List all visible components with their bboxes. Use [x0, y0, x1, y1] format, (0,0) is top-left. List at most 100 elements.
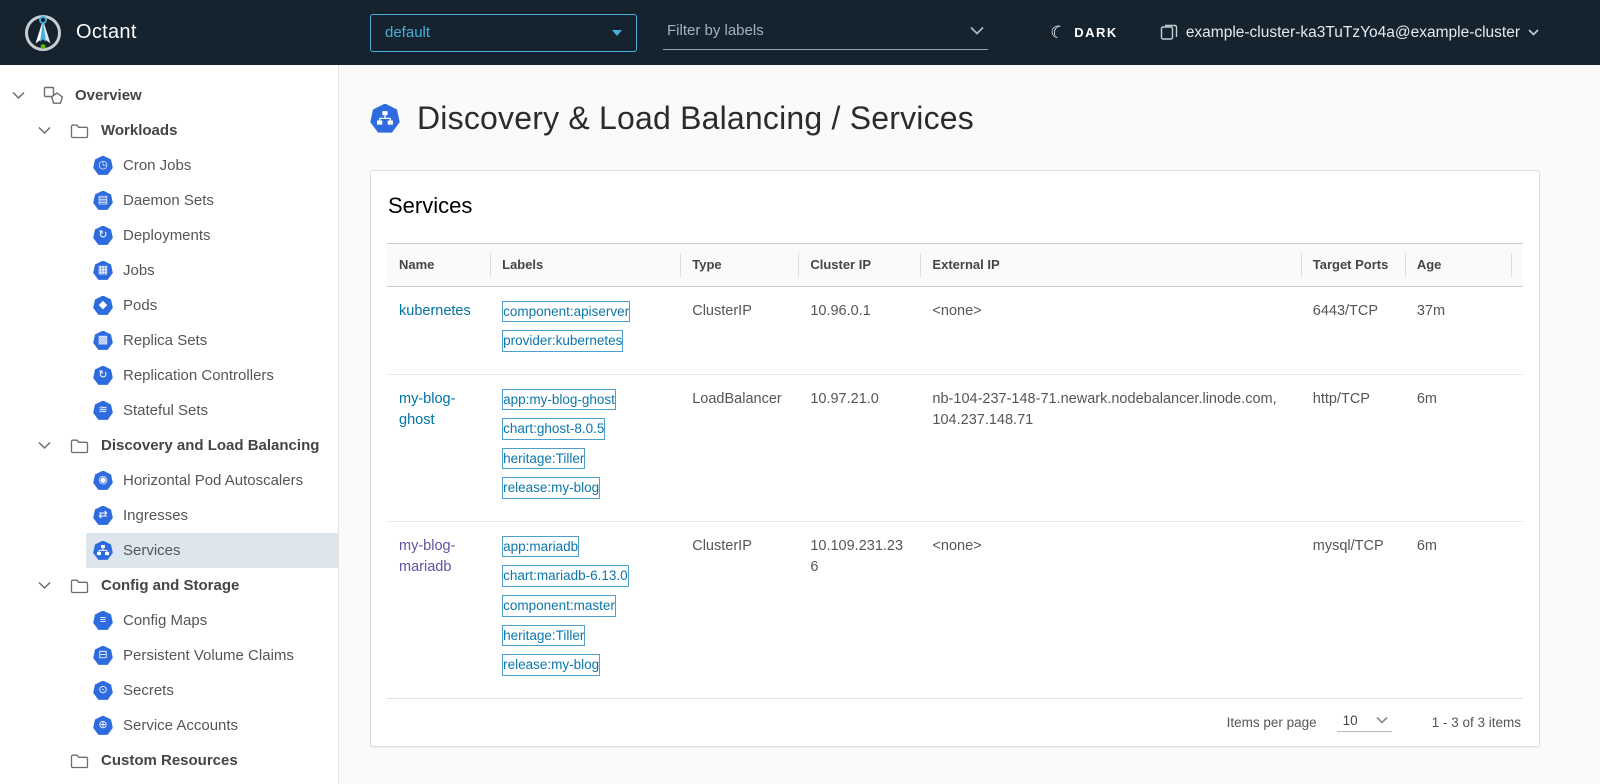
service-name-link[interactable]: kubernetes — [399, 303, 471, 319]
sidebar-item-config-and-storage[interactable]: Config and Storage — [0, 568, 338, 603]
label-badge[interactable]: heritage:Tiller — [502, 448, 585, 470]
sidebar-item-cron-jobs[interactable]: ◷ Cron Jobs — [86, 148, 338, 183]
chevron-down-icon[interactable] — [38, 581, 51, 590]
moon-icon: ☾ — [1048, 21, 1068, 44]
sidebar-item-label: Discovery and Load Balancing — [101, 437, 319, 454]
sidebar-item-replication-controllers[interactable]: ↻ Replication Controllers — [86, 358, 338, 393]
cluster-context-value: example-cluster-ka3TuTzYo4a@example-clus… — [1186, 24, 1520, 42]
sidebar-item-secrets[interactable]: ⊙ Secrets — [86, 673, 338, 708]
spacer-cell — [1511, 374, 1523, 521]
age-cell: 6m — [1405, 374, 1511, 521]
label-badge[interactable]: heritage:Tiller — [502, 625, 585, 647]
sidebar-item-deployments[interactable]: ↻ Deployments — [86, 218, 338, 253]
sidebar-item-label: Cron Jobs — [123, 157, 191, 174]
folder-icon — [68, 438, 90, 454]
card-title: Services — [387, 171, 1523, 243]
label-badge[interactable]: app:mariadb — [502, 536, 579, 558]
sidebar-item-persistent-volume-claims[interactable]: ⊟ Persistent Volume Claims — [86, 638, 338, 673]
label-badge[interactable]: component:master — [502, 595, 616, 617]
sidebar-item-label: Jobs — [123, 262, 155, 279]
service-type-cell: ClusterIP — [680, 286, 798, 374]
sidebar-item-custom-resources[interactable]: Custom Resources — [0, 743, 338, 778]
deployments-icon: ↻ — [93, 226, 113, 246]
namespace-select[interactable]: default — [370, 14, 637, 52]
page-title-row: Discovery & Load Balancing / Services — [370, 100, 1540, 137]
label-filter-placeholder: Filter by labels — [667, 22, 764, 39]
objects-icon — [43, 86, 64, 105]
sidebar-item-label: Replication Controllers — [123, 367, 274, 384]
sidebar-item-label: Services — [123, 542, 181, 559]
sidebar-item-horizontal-pod-autoscalers[interactable]: ◉ Horizontal Pod Autoscalers — [86, 463, 338, 498]
sidebar-item-overview[interactable]: Overview — [0, 78, 338, 113]
table-row-kubernetes: kubernetes component:apiserver provider:ku… — [387, 286, 1523, 374]
brand: Octant — [0, 13, 345, 53]
service-name-link[interactable]: my-blog-ghost — [399, 391, 455, 428]
daemon-sets-icon: ▤ — [93, 191, 113, 211]
chevron-down-icon[interactable] — [38, 441, 51, 450]
label-badge[interactable]: app:my-blog-ghost — [502, 389, 616, 411]
chevron-down-icon[interactable] — [12, 91, 25, 100]
horizontal-pod-autoscalers-icon: ◉ — [93, 471, 113, 491]
sidebar-item-label: Secrets — [123, 682, 174, 699]
spacer-cell — [1511, 521, 1523, 698]
sidebar-item-stateful-sets[interactable]: ≋ Stateful Sets — [86, 393, 338, 428]
label-badge[interactable]: chart:mariadb-6.13.0 — [502, 565, 629, 587]
namespace-select-value: default — [385, 24, 430, 41]
folder-icon — [68, 123, 90, 139]
sidebar-item-label: Ingresses — [123, 507, 188, 524]
app-title: Octant — [76, 21, 137, 44]
table-row-my-blog-mariadb: my-blog-mariadb app:mariadb chart:mariadb-… — [387, 521, 1523, 698]
sidebar-item-workloads[interactable]: Workloads — [0, 113, 338, 148]
ingresses-icon: ⇄ — [93, 506, 113, 526]
sidebar-item-ingresses[interactable]: ⇄ Ingresses — [86, 498, 338, 533]
octant-logo-icon — [23, 13, 63, 53]
target-ports-cell: mysql/TCP — [1301, 521, 1405, 698]
page-size-value: 10 — [1343, 713, 1358, 728]
service-type-cell: ClusterIP — [680, 521, 798, 698]
spacer-cell — [1511, 286, 1523, 374]
service-name-link[interactable]: my-blog-mariadb — [399, 538, 455, 575]
sidebar-item-discovery-and-load-balancing[interactable]: Discovery and Load Balancing — [0, 428, 338, 463]
sidebar-item-pods[interactable]: ◆ Pods — [86, 288, 338, 323]
folder-icon — [70, 578, 89, 594]
sidebar-item-config-maps[interactable]: ≡ Config Maps — [86, 603, 338, 638]
chevron-down-icon — [1376, 716, 1388, 724]
theme-toggle-button[interactable]: ☾ DARK — [1050, 23, 1118, 43]
service-type-cell: LoadBalancer — [680, 374, 798, 521]
folder-icon — [68, 753, 90, 769]
target-ports-cell: http/TCP — [1301, 374, 1405, 521]
label-badge[interactable]: release:my-blog — [502, 477, 600, 499]
secrets-icon: ⊙ — [93, 681, 113, 701]
chevron-down-icon[interactable] — [38, 126, 51, 135]
sidebar-item-daemon-sets[interactable]: ▤ Daemon Sets — [86, 183, 338, 218]
label-badge[interactable]: chart:ghost-8.0.5 — [502, 418, 605, 440]
sidebar-item-service-accounts[interactable]: ⊕ Service Accounts — [86, 708, 338, 743]
column-header-spacer — [1511, 244, 1523, 287]
sidebar-item-replica-sets[interactable]: ▩ Replica Sets — [86, 323, 338, 358]
label-badge[interactable]: release:my-blog — [502, 654, 600, 676]
label-badge[interactable]: component:apiserver — [502, 301, 630, 323]
sidebar-item-label: Config and Storage — [101, 577, 239, 594]
main-content: Discovery & Load Balancing / Services Se… — [339, 65, 1600, 784]
cluster-context-switcher[interactable]: example-cluster-ka3TuTzYo4a@example-clus… — [1160, 24, 1539, 42]
sidebar-item-label: Custom Resources — [101, 752, 238, 769]
sidebar-item-label: Replica Sets — [123, 332, 207, 349]
replication-controllers-icon: ↻ — [93, 366, 113, 386]
pagination-range: 1 - 3 of 3 items — [1432, 715, 1521, 730]
sidebar-item-label: Overview — [75, 87, 142, 104]
page-size-select[interactable]: 10 — [1337, 713, 1392, 732]
cluster-ip-cell: 10.97.21.0 — [798, 374, 920, 521]
cluster-ip-cell: 10.96.0.1 — [798, 286, 920, 374]
sidebar-item-label: Workloads — [101, 122, 177, 139]
stateful-sets-icon: ≋ — [93, 401, 113, 421]
sidebar-item-jobs[interactable]: ▦ Jobs — [86, 253, 338, 288]
sidebar-item-services[interactable]: Services — [86, 533, 338, 568]
label-badge[interactable]: provider:kubernetes — [502, 330, 623, 352]
pods-icon: ◆ — [93, 296, 113, 316]
jobs-icon: ▦ — [93, 261, 113, 281]
external-ip-cell: nb-104-237-148-71.newark.nodebalancer.li… — [920, 374, 1300, 521]
label-filter-input[interactable]: Filter by labels — [663, 16, 988, 50]
column-header-name: Name — [387, 244, 490, 287]
sidebar-item-label: Stateful Sets — [123, 402, 208, 419]
sidebar-item-label: Config Maps — [123, 612, 207, 629]
